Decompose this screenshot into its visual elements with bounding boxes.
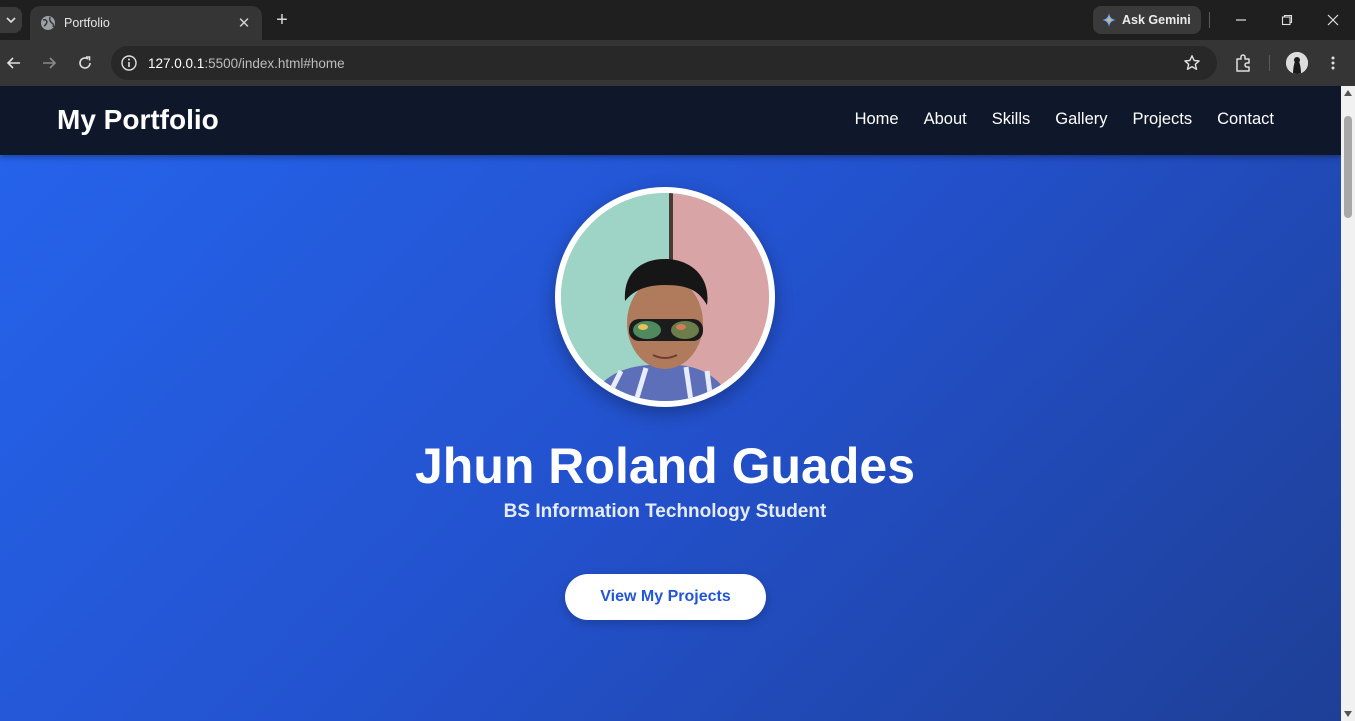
ask-gemini-label: Ask Gemini <box>1122 13 1191 27</box>
active-tab[interactable]: Portfolio ✕ <box>30 6 262 40</box>
back-button[interactable] <box>2 52 26 74</box>
ask-gemini-button[interactable]: Ask Gemini <box>1093 6 1201 34</box>
reload-icon <box>79 56 91 69</box>
new-tab-button[interactable]: + <box>270 10 294 30</box>
hero-name: Jhun Roland Guades <box>414 438 916 494</box>
nav-contact[interactable]: Contact <box>1217 110 1274 129</box>
site-info-icon[interactable] <box>120 54 138 72</box>
nav-about[interactable]: About <box>924 110 967 129</box>
profile-avatar[interactable] <box>1286 52 1308 74</box>
minimize-button[interactable] <box>1218 0 1264 40</box>
page-viewport: My Portfolio Home About Skills Gallery P… <box>0 86 1341 721</box>
profile-avatar-image <box>1286 52 1308 74</box>
tab-search-icon <box>6 17 16 24</box>
back-icon <box>6 57 20 69</box>
restore-icon <box>1281 14 1293 26</box>
profile-photo-image <box>561 193 769 401</box>
window-close-icon <box>1327 14 1339 26</box>
nav-home[interactable]: Home <box>855 110 899 129</box>
url-text[interactable]: 127.0.0.1:5500/index.html#home <box>148 56 345 71</box>
tab-title: Portfolio <box>64 16 110 30</box>
forward-button[interactable] <box>37 52 61 74</box>
tabbar-separator <box>1209 12 1210 28</box>
site-brand[interactable]: My Portfolio <box>57 104 219 136</box>
site-navbar: My Portfolio Home About Skills Gallery P… <box>0 86 1341 155</box>
nav-gallery[interactable]: Gallery <box>1055 110 1107 129</box>
view-projects-button[interactable]: View My Projects <box>565 574 766 620</box>
globe-icon <box>41 16 55 30</box>
nav-skills[interactable]: Skills <box>992 110 1031 129</box>
hero-section: Jhun Roland Guades BS Information Techno… <box>0 155 1341 721</box>
bookmark-star-icon[interactable] <box>1183 54 1201 72</box>
scroll-up-arrow[interactable] <box>1344 90 1352 96</box>
hero-role: BS Information Technology Student <box>503 501 827 522</box>
kebab-menu-icon <box>1331 56 1335 70</box>
scroll-down-arrow[interactable] <box>1344 711 1352 717</box>
page-scrollbar[interactable] <box>1341 86 1355 721</box>
browser-tab-bar: Portfolio ✕ + Ask Gemini <box>0 0 1355 40</box>
address-bar[interactable]: 127.0.0.1:5500/index.html#home <box>111 46 1217 80</box>
extensions-icon[interactable] <box>1233 52 1255 74</box>
scrollbar-thumb[interactable] <box>1344 116 1352 218</box>
profile-photo <box>555 187 775 407</box>
tab-search-button[interactable] <box>0 7 22 33</box>
browser-menu-button[interactable] <box>1323 52 1343 74</box>
browser-toolbar: 127.0.0.1:5500/index.html#home <box>0 40 1355 86</box>
nav-links: Home About Skills Gallery Projects Conta… <box>830 110 1274 129</box>
close-icon[interactable]: ✕ <box>236 14 252 32</box>
reload-button[interactable] <box>73 52 97 74</box>
url-host: 127.0.0.1 <box>148 55 205 71</box>
forward-icon <box>43 57 57 69</box>
nav-projects[interactable]: Projects <box>1133 110 1193 129</box>
window-close-button[interactable] <box>1310 0 1355 40</box>
gemini-spark-icon <box>1102 13 1116 27</box>
url-path: :5500/index.html#home <box>204 55 345 71</box>
restore-button[interactable] <box>1264 0 1310 40</box>
minimize-icon <box>1236 19 1246 21</box>
toolbar-separator <box>1269 55 1270 71</box>
